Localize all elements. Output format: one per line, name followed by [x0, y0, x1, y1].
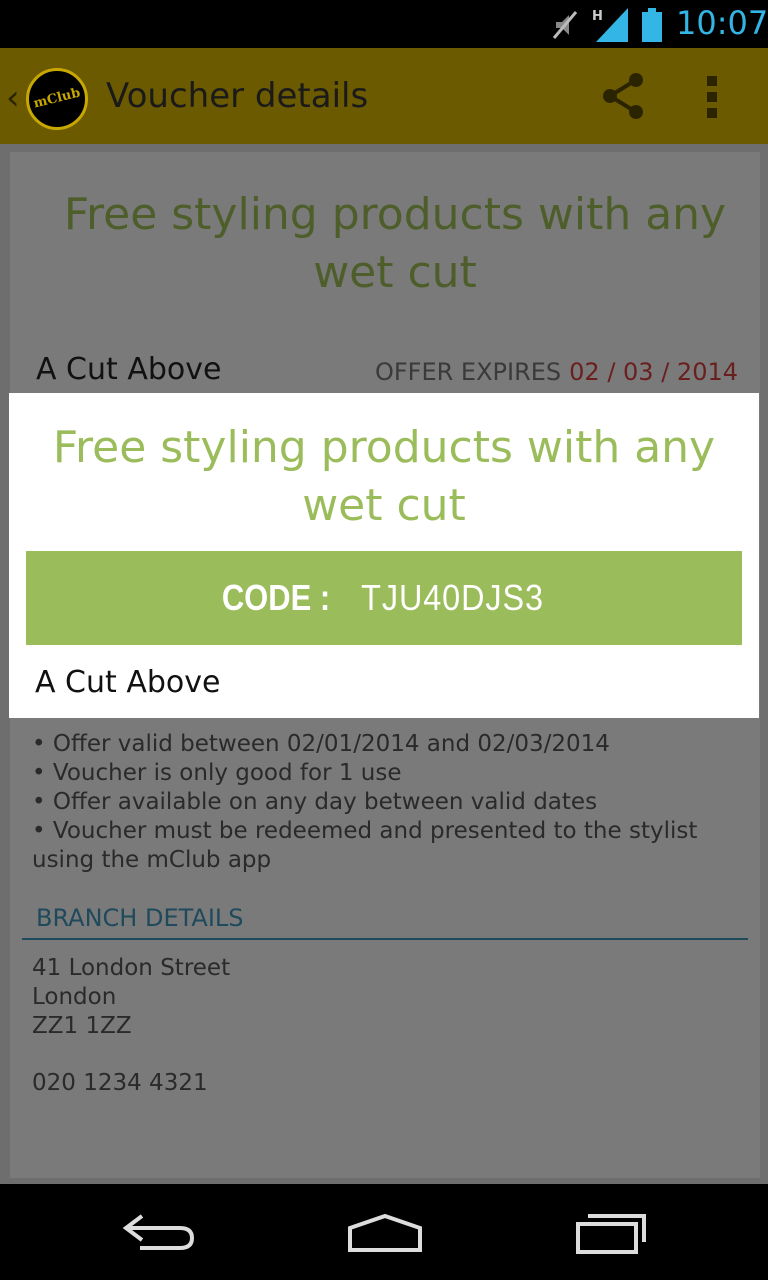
dialog-merchant-name: A Cut Above [35, 665, 221, 700]
branch-details-header: BRANCH DETAILS [36, 904, 244, 932]
home-icon[interactable] [340, 1204, 430, 1260]
voucher-code-dialog[interactable]: Free styling products with any wet cut C… [9, 393, 759, 718]
branch-address: 41 London Street London ZZ1 1ZZ [32, 954, 230, 1041]
recents-icon[interactable] [566, 1204, 656, 1260]
logo-text: mClub [32, 85, 82, 112]
mclub-logo[interactable]: mClub [26, 68, 88, 130]
terms-list: • Offer valid between 02/01/2014 and 02/… [32, 730, 732, 875]
overflow-menu-icon[interactable] [700, 74, 724, 120]
address-line: London [32, 984, 117, 1010]
back-icon[interactable] [114, 1204, 204, 1260]
svg-text:H: H [592, 9, 603, 24]
back-chevron-icon[interactable]: ‹ [6, 78, 20, 118]
voucher-title: Free styling products with any wet cut [63, 189, 727, 298]
expires-label: OFFER EXPIRES [374, 358, 562, 386]
clock: 10:07 [676, 4, 768, 42]
branch-phone[interactable]: 020 1234 4321 [32, 1070, 208, 1096]
status-bar: H 10:07 [0, 0, 768, 48]
divider [22, 938, 748, 940]
action-bar: ‹ mClub Voucher details [0, 48, 768, 144]
system-nav-bar [0, 1184, 768, 1280]
terms-item: • Voucher is only good for 1 use [32, 760, 402, 786]
merchant-name: A Cut Above [36, 352, 222, 387]
page-title: Voucher details [106, 76, 369, 116]
expires-date: 02 / 03 / 2014 [569, 358, 738, 386]
terms-item: • Offer available on any day between val… [32, 789, 598, 815]
terms-item: • Voucher must be redeemed and presented… [32, 818, 698, 873]
address-line: ZZ1 1ZZ [32, 1013, 132, 1039]
share-icon[interactable] [598, 70, 650, 122]
mute-icon [552, 11, 578, 39]
voucher-code-bar: CODE : TJU40DJS3 [26, 551, 742, 645]
dialog-title: Free styling products with any wet cut [52, 422, 716, 531]
battery-icon [642, 8, 662, 42]
signal-icon: H [592, 8, 628, 42]
terms-item: • Offer valid between 02/01/2014 and 02/… [32, 731, 610, 757]
code-label: CODE : [222, 577, 331, 618]
offer-expires: OFFER EXPIRES 02 / 03 / 2014 [375, 358, 738, 386]
code-value: TJU40DJS3 [361, 577, 545, 618]
address-line: 41 London Street [32, 955, 231, 981]
